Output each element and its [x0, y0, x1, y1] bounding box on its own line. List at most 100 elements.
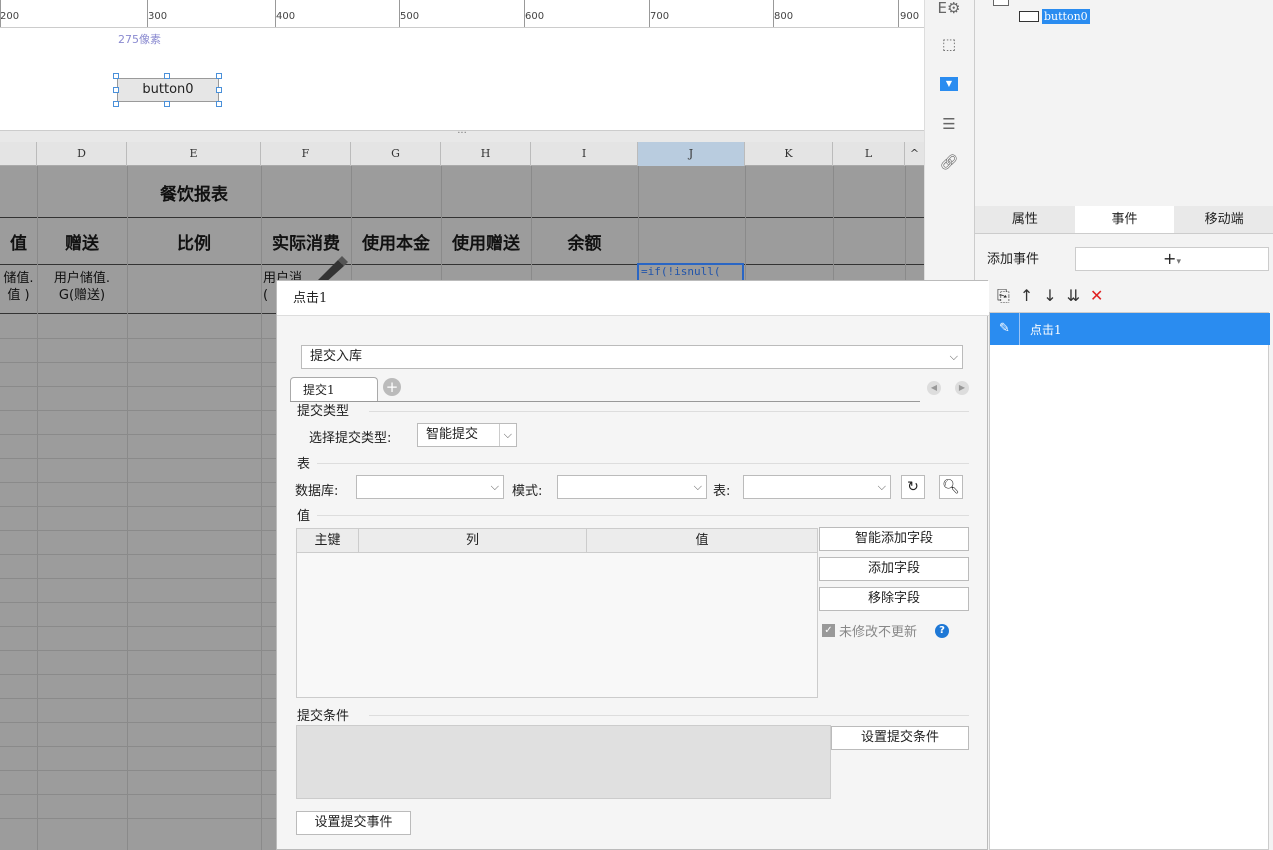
- column-header-h[interactable]: H: [441, 142, 531, 166]
- set-submit-event-button[interactable]: 设置提交事件: [296, 811, 411, 835]
- right-panel: button0 属性 事件 移动端 添加事件 +▾ ⎘ ↑ ↓ ⇊ ✕ ✎ 点击…: [974, 0, 1273, 850]
- column-header-l[interactable]: L: [833, 142, 905, 166]
- ruler-tick: [773, 0, 774, 27]
- column-header-d[interactable]: D: [37, 142, 127, 166]
- chevron-down-icon: ⌵: [490, 480, 499, 493]
- ruler-tick: [524, 0, 525, 27]
- canvas-button0[interactable]: button0: [117, 78, 219, 102]
- add-event-button[interactable]: +▾: [1075, 247, 1269, 271]
- help-icon[interactable]: ?: [935, 623, 950, 638]
- data-cell[interactable]: 储值. 值 ): [0, 270, 37, 304]
- data-cell[interactable]: 用户储值. G(赠送): [37, 270, 127, 304]
- header-cell: 余额: [567, 234, 602, 254]
- delete-icon[interactable]: ✕: [1090, 286, 1103, 306]
- column-column[interactable]: 列: [359, 529, 587, 552]
- dropdown-widget-icon[interactable]: ▼: [937, 72, 961, 96]
- column-header[interactable]: [0, 142, 37, 166]
- ruler-label: 300: [148, 11, 168, 22]
- column-header-k[interactable]: K: [745, 142, 833, 166]
- move-down-icon[interactable]: ↓: [1043, 286, 1056, 306]
- report-title: 餐饮报表: [160, 185, 228, 205]
- resize-handle[interactable]: [113, 73, 119, 79]
- resize-handle[interactable]: [113, 101, 119, 107]
- add-field-button[interactable]: 添加字段: [819, 557, 969, 581]
- resize-handle[interactable]: [216, 87, 222, 93]
- panel-tabs: 属性 事件 移动端: [975, 206, 1273, 234]
- resize-handle[interactable]: [113, 87, 119, 93]
- tab-prev-icon[interactable]: ◀: [927, 381, 941, 395]
- link-icon[interactable]: 🔗︎: [937, 150, 961, 174]
- ruler-tick: [0, 0, 1, 27]
- tab-mobile[interactable]: 移动端: [1174, 206, 1273, 233]
- set-condition-button[interactable]: 设置提交条件: [831, 726, 969, 750]
- resize-handle[interactable]: [164, 101, 170, 107]
- tab-properties[interactable]: 属性: [975, 206, 1075, 233]
- copy-icon[interactable]: ⎘: [997, 286, 1010, 306]
- chevron-down-icon: ⌵: [877, 480, 886, 493]
- tree-node-button0[interactable]: button0: [1019, 9, 1090, 24]
- add-tab-icon[interactable]: +: [383, 378, 401, 396]
- chevron-down-icon: ⌵: [949, 350, 958, 363]
- ruler-label: 400: [276, 11, 296, 22]
- ruler-label: 600: [525, 11, 545, 22]
- tab-next-icon[interactable]: ▶: [955, 381, 969, 395]
- column-header-f[interactable]: F: [261, 142, 351, 166]
- event-toolbar: ⎘ ↑ ↓ ⇊ ✕: [997, 286, 1103, 306]
- section-value: 值: [297, 509, 311, 524]
- resize-handle[interactable]: [164, 73, 170, 79]
- column-primary-key[interactable]: 主键: [297, 529, 359, 552]
- value-table[interactable]: 主键 列 值: [296, 528, 818, 698]
- event-item-label: 点击1: [1030, 322, 1062, 337]
- column-header-j[interactable]: J: [638, 142, 745, 166]
- refresh-icon[interactable]: ↻: [901, 475, 925, 499]
- design-canvas[interactable]: 275像素 button0: [0, 28, 924, 130]
- section-condition: 提交条件: [297, 709, 350, 724]
- list-icon[interactable]: ☰: [937, 112, 961, 136]
- event-item[interactable]: ✎ 点击1: [990, 313, 1270, 345]
- column-value[interactable]: 值: [587, 529, 817, 552]
- tree-parent-node[interactable]: [989, 0, 1029, 8]
- database-select[interactable]: ⌵: [356, 475, 504, 499]
- plus-icon: +: [1163, 249, 1177, 268]
- ruler-label: 800: [774, 11, 794, 22]
- column-header-bar: D E F G H I J K L ^: [0, 142, 924, 166]
- action-select[interactable]: 提交入库 ⌵: [301, 345, 963, 369]
- row-line: [0, 264, 924, 265]
- edit-icon[interactable]: ✎: [990, 313, 1020, 345]
- chevron-down-icon: ⌵: [498, 424, 512, 446]
- action-select-value: 提交入库: [310, 349, 363, 364]
- column-header-g[interactable]: G: [351, 142, 441, 166]
- smart-add-field-button[interactable]: 智能添加字段: [819, 527, 969, 551]
- table-search-icon[interactable]: 🔍︎: [939, 475, 963, 499]
- column-header-e[interactable]: E: [127, 142, 261, 166]
- scroll-up-icon[interactable]: ^: [905, 142, 924, 166]
- ruler-tick: [147, 0, 148, 27]
- no-update-label: 未修改不更新: [839, 625, 918, 640]
- submit-type-select[interactable]: 智能提交 ⌵: [417, 423, 517, 447]
- event-list: ✎ 点击1: [989, 312, 1270, 850]
- tab-submit1[interactable]: 提交1: [290, 377, 378, 401]
- submit-type-value: 智能提交: [426, 427, 479, 442]
- frame-icon[interactable]: ⬚: [937, 32, 961, 56]
- col-line: [37, 166, 38, 850]
- no-update-checkbox[interactable]: ✓ 未修改不更新 ?: [822, 621, 950, 640]
- mode-label: 模式:: [512, 484, 543, 499]
- header-cell: 值: [10, 234, 27, 254]
- row-line: [0, 217, 924, 218]
- mode-select[interactable]: ⌵: [557, 475, 707, 499]
- ruler-tick: [898, 0, 899, 27]
- move-up-icon[interactable]: ↑: [1020, 286, 1033, 306]
- move-bottom-icon[interactable]: ⇊: [1067, 286, 1080, 306]
- chevron-down-icon: ⌵: [693, 480, 702, 493]
- remove-field-button[interactable]: 移除字段: [819, 587, 969, 611]
- condition-box[interactable]: [296, 725, 831, 799]
- table-select[interactable]: ⌵: [743, 475, 891, 499]
- pane-splitter[interactable]: ···: [0, 129, 924, 142]
- resize-handle[interactable]: [216, 73, 222, 79]
- col-line: [261, 166, 262, 850]
- resize-handle[interactable]: [216, 101, 222, 107]
- widget-settings-icon[interactable]: E⚙: [937, 0, 961, 20]
- tab-events[interactable]: 事件: [1074, 206, 1175, 233]
- column-header-i[interactable]: I: [531, 142, 638, 166]
- ruler-label: 500: [400, 11, 420, 22]
